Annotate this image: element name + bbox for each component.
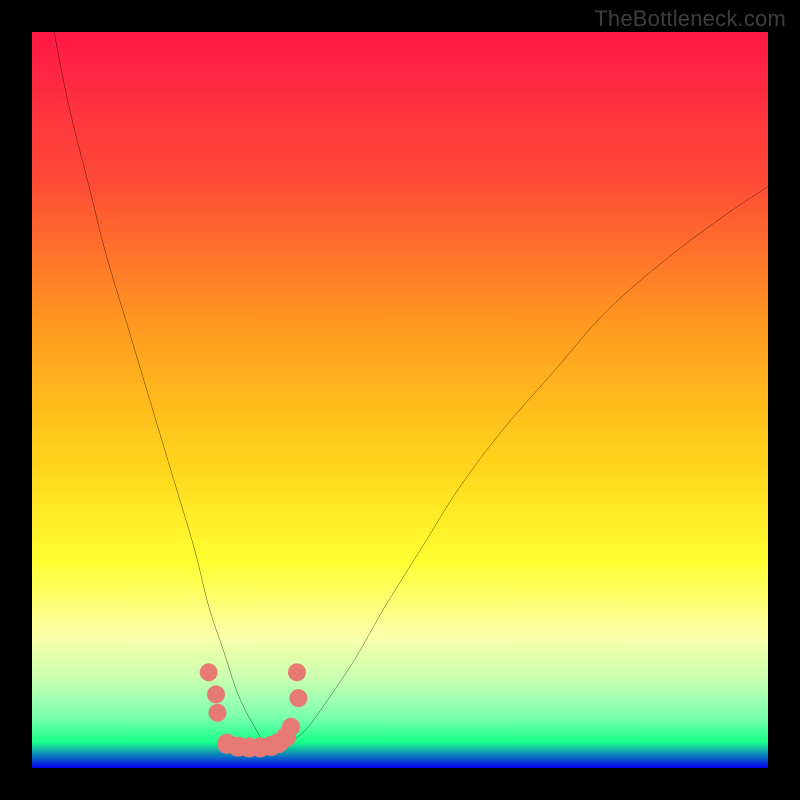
marker-point (289, 689, 307, 707)
marker-point (282, 718, 300, 736)
marker-point (208, 704, 226, 722)
marker-point (288, 663, 306, 681)
marker-point (200, 663, 218, 681)
chart-frame: TheBottleneck.com (0, 0, 800, 800)
bottleneck-chart (32, 32, 768, 768)
plot-background (32, 32, 768, 768)
marker-point (207, 685, 225, 703)
watermark-text: TheBottleneck.com (594, 6, 786, 32)
